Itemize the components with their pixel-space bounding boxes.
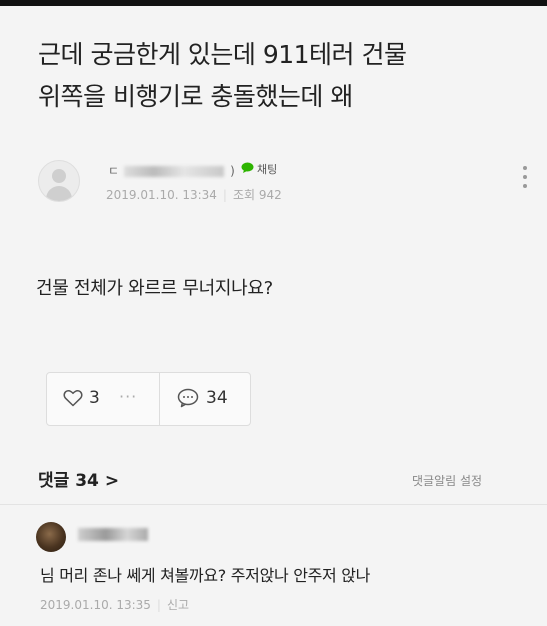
comment-count: 34 xyxy=(206,388,228,408)
chevron-right-icon: > xyxy=(104,471,120,491)
post-body: 건물 전체가 와르르 무너지나요? xyxy=(36,278,273,299)
author-name-suffix: ) xyxy=(230,164,235,178)
author-name-prefix: ㄷ xyxy=(108,164,119,178)
divider xyxy=(0,504,547,505)
comment-button[interactable]: 34 xyxy=(160,373,250,425)
chat-label[interactable]: 채팅 xyxy=(257,161,277,177)
comments-header-label: 댓글 34 xyxy=(38,471,99,491)
comment-icon xyxy=(177,388,199,408)
author-name[interactable]: ㄷ ) xyxy=(108,162,235,179)
blurred-commenter-name xyxy=(78,528,148,541)
post-title: 근데 궁금한게 있는데 911테러 건물 위쪽을 비행기로 충돌했는데 왜 xyxy=(38,34,518,118)
post-views: 조회 942 xyxy=(232,188,282,202)
post-meta: 2019.01.10. 13:34 | 조회 942 xyxy=(106,188,282,202)
comments-header[interactable]: 댓글 34 > xyxy=(38,466,119,491)
chat-icon[interactable] xyxy=(241,162,254,173)
comment-date: 2019.01.10. 13:35 xyxy=(40,598,151,612)
default-profile-icon xyxy=(52,169,66,183)
comment-meta: 2019.01.10. 13:35 | 신고 xyxy=(40,598,190,612)
post-title-line-1: 근데 궁금한게 있는데 911테러 건물 xyxy=(38,40,407,69)
reaction-more-button[interactable]: ··· xyxy=(119,387,137,406)
author-avatar[interactable] xyxy=(38,160,80,202)
more-options-icon[interactable] xyxy=(522,166,528,192)
commenter-avatar[interactable] xyxy=(36,522,66,552)
like-count: 3 xyxy=(89,388,100,408)
post-date: 2019.01.10. 13:34 xyxy=(106,188,217,202)
heart-icon xyxy=(63,390,83,407)
post-title-line-2: 위쪽을 비행기로 충돌했는데 왜 xyxy=(38,82,353,111)
blurred-author-name xyxy=(124,166,225,177)
comment-text: 님 머리 존나 쎄게 쳐볼까요? 주저앉나 안주저 앉나 xyxy=(40,566,371,585)
like-button[interactable]: 3 ··· xyxy=(47,373,157,425)
reaction-box: 3 ··· 34 xyxy=(46,372,251,426)
report-link[interactable]: 신고 xyxy=(167,598,189,612)
comment-notify-setting-link[interactable]: 댓글알림 설정 xyxy=(412,472,482,489)
top-bar xyxy=(0,0,547,6)
